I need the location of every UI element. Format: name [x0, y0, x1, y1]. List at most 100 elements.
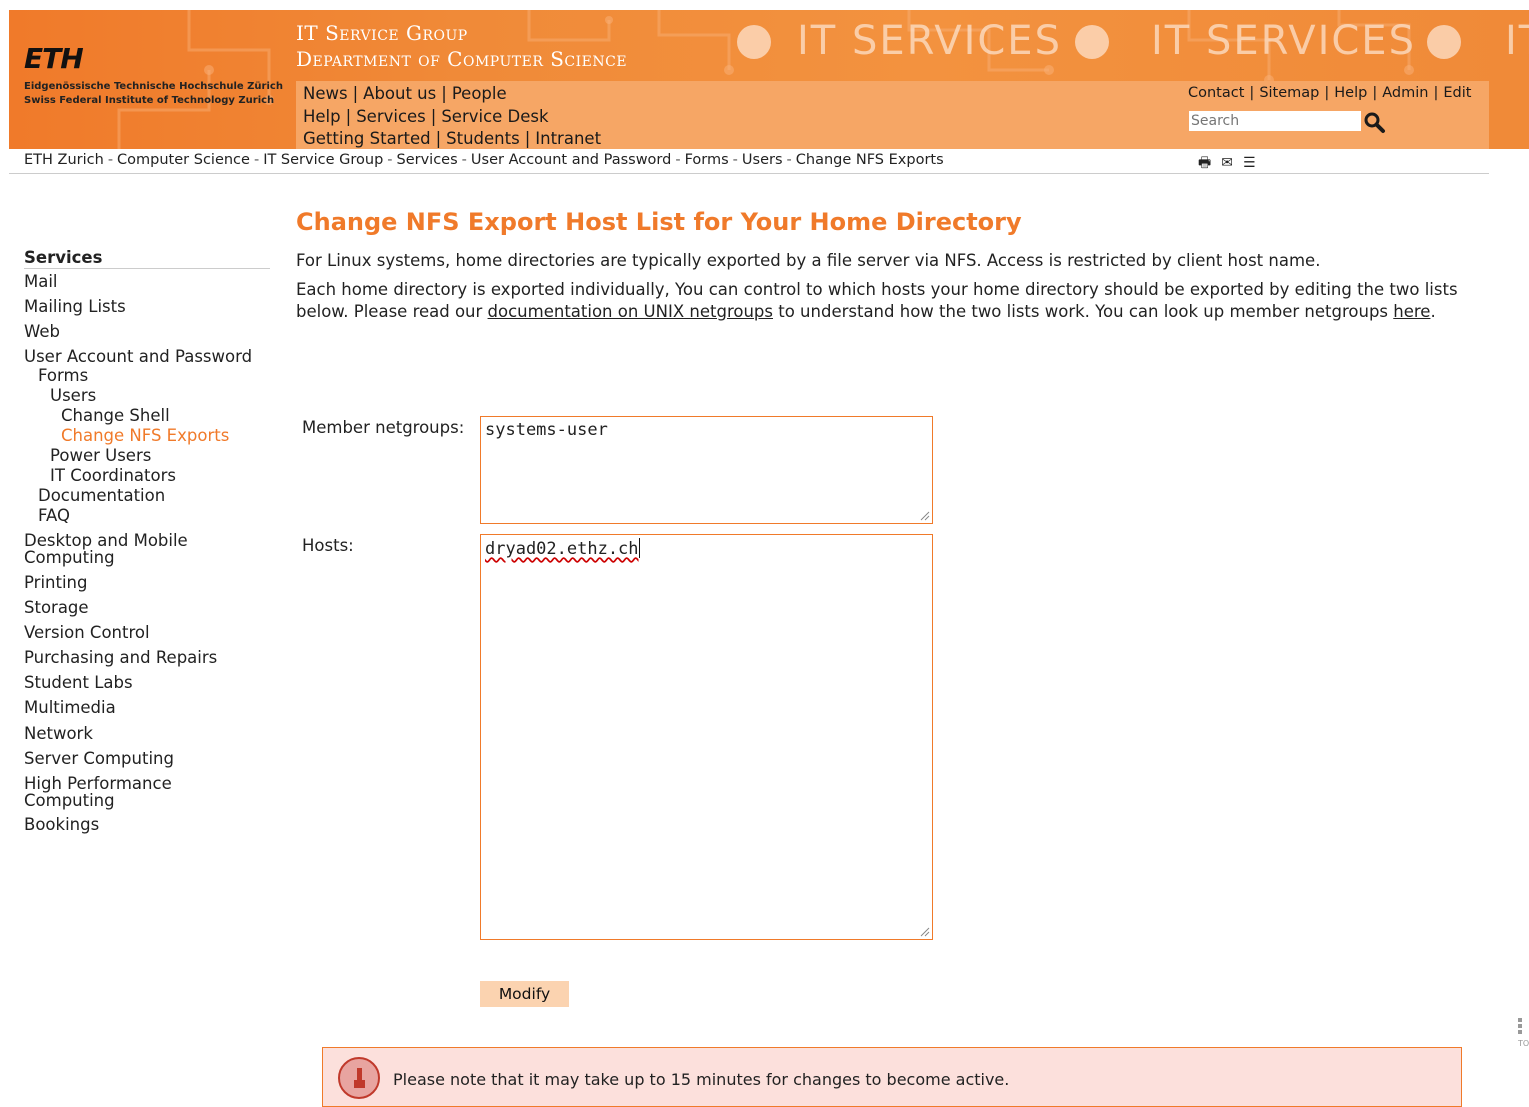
breadcrumb-separator: - [107, 152, 114, 168]
utility-nav: Contact | Sitemap | Help | Admin | Edit [1182, 81, 1489, 149]
util-link-sitemap[interactable]: Sitemap [1259, 85, 1319, 101]
sidebar-item-mail[interactable]: Mail [24, 273, 58, 290]
brand-dot-icon [737, 25, 771, 59]
sidebar-item-it-coordinators[interactable]: IT Coordinators [50, 467, 176, 484]
breadcrumb: ETH Zurich - Computer Science - IT Service G… [24, 152, 944, 168]
netgroups-lookup-link[interactable]: here [1393, 302, 1430, 321]
netgroups-doc-link[interactable]: documentation on UNIX netgroups [488, 302, 773, 321]
document-icon[interactable]: ☰ [1243, 155, 1266, 171]
breadcrumb-link[interactable]: IT Service Group [263, 152, 383, 168]
modify-button[interactable]: Modify [480, 981, 569, 1007]
sidebar-item-purchasing[interactable]: Purchasing and Repairs [24, 649, 217, 666]
sidebar-item-storage[interactable]: Storage [24, 599, 89, 616]
nav-separator: | [524, 129, 531, 148]
breadcrumb-current: Change NFS Exports [795, 152, 944, 168]
nav-link-people[interactable]: People [452, 84, 507, 103]
nav-link-services[interactable]: Services [356, 107, 426, 126]
text-caret [638, 538, 640, 558]
sidebar-item-change-shell[interactable]: Change Shell [61, 407, 170, 424]
sidebar-item-web[interactable]: Web [24, 323, 60, 340]
sidebar-item-bookings[interactable]: Bookings [24, 816, 99, 833]
sidebar-item-student-labs[interactable]: Student Labs [24, 674, 133, 691]
sidebar-item-server-computing[interactable]: Server Computing [24, 750, 174, 767]
scroll-top-label: TO [1518, 1039, 1529, 1048]
brand-text: IT SERVICES [1151, 18, 1416, 64]
header-divider [9, 173, 1489, 174]
member-netgroups-field[interactable]: systems-user [480, 416, 933, 524]
notice-text: Please note that it may take up to 15 mi… [393, 1070, 1010, 1089]
sidebar-item-power-users[interactable]: Power Users [50, 447, 151, 464]
nav-link-help[interactable]: Help [303, 107, 341, 126]
print-icon[interactable]: 🖶 [1198, 155, 1221, 171]
sidebar-item-version-control[interactable]: Version Control [24, 624, 150, 641]
util-separator: | [1372, 85, 1378, 101]
nav-link-students[interactable]: Students [446, 129, 520, 148]
breadcrumb-separator: - [675, 152, 681, 168]
resize-grip-icon[interactable] [920, 927, 930, 937]
breadcrumb-link[interactable]: ETH Zurich [24, 152, 104, 168]
brand-text: IT [1505, 18, 1529, 64]
sidebar-item-change-nfs-exports[interactable]: Change NFS Exports [61, 427, 229, 444]
breadcrumb-separator: - [253, 152, 260, 168]
breadcrumb-link[interactable]: User Account and Password [471, 152, 671, 168]
sidebar-item-hpc[interactable]: High Performance Computing [24, 775, 214, 809]
magnifier-icon [1364, 112, 1385, 133]
hosts-field[interactable]: dryad02.ethz.ch [480, 534, 933, 940]
scroll-top-marker[interactable]: TO [1518, 1018, 1529, 1048]
resize-grip-icon[interactable] [920, 511, 930, 521]
nav-link-news[interactable]: News [303, 84, 348, 103]
nav-separator: | [441, 84, 447, 103]
brand-dot-icon [1075, 25, 1109, 59]
sidebar: Services [24, 248, 270, 273]
util-separator: | [1324, 85, 1330, 101]
util-separator: | [1433, 85, 1439, 101]
nav-separator: | [430, 107, 437, 126]
sidebar-item-faq[interactable]: FAQ [38, 507, 70, 524]
breadcrumb-separator: - [461, 152, 467, 168]
breadcrumb-link[interactable]: Computer Science [117, 152, 250, 168]
sidebar-item-mailing-lists[interactable]: Mailing Lists [24, 298, 126, 315]
brand-dot-icon [1427, 25, 1461, 59]
sidebar-item-desktop-mobile[interactable]: Desktop and Mobile Computing [24, 532, 224, 566]
sidebar-item-multimedia[interactable]: Multimedia [24, 699, 116, 716]
sidebar-heading[interactable]: Services [24, 248, 270, 269]
util-link-contact[interactable]: Contact [1188, 85, 1244, 101]
sidebar-item-users[interactable]: Users [50, 387, 96, 404]
site-header: ETH Eidgenössische Technische Hochschule… [9, 10, 1529, 149]
nav-row-3: Getting Started | Students | Intranet [303, 129, 601, 148]
group-title-line1: IT Service Group [296, 21, 468, 45]
main-nav: News | About us | People Help | Services | Servi… [296, 81, 1182, 149]
page-title: Change NFS Export Host List for Your Hom… [296, 208, 1022, 236]
nav-link-service-desk[interactable]: Service Desk [441, 107, 548, 126]
breadcrumb-link[interactable]: Forms [685, 152, 729, 168]
nav-separator: | [345, 107, 352, 126]
mail-icon[interactable]: ✉ [1221, 155, 1243, 171]
util-link-edit[interactable]: Edit [1443, 85, 1471, 101]
breadcrumb-link[interactable]: Services [397, 152, 458, 168]
sidebar-item-forms[interactable]: Forms [38, 367, 88, 384]
sidebar-item-network[interactable]: Network [24, 725, 93, 742]
intro-paragraph: For Linux systems, home directories are … [296, 251, 1321, 270]
sidebar-item-documentation[interactable]: Documentation [38, 487, 165, 504]
nav-link-about-us[interactable]: About us [363, 84, 436, 103]
search-input[interactable] [1189, 111, 1361, 131]
eth-logo-subtitle: Eidgenössische Technische Hochschule Zür… [24, 81, 283, 106]
group-title[interactable]: IT Service Group Department of Computer … [296, 20, 627, 72]
sidebar-item-user-account[interactable]: User Account and Password [24, 348, 252, 365]
breadcrumb-separator: - [732, 152, 738, 168]
notice-box: Please note that it may take up to 15 mi… [322, 1047, 1462, 1107]
search-button[interactable] [1362, 110, 1386, 134]
util-separator: | [1249, 85, 1255, 101]
eth-logo[interactable]: ETH [24, 42, 84, 75]
utility-links: Contact | Sitemap | Help | Admin | Edit [1188, 85, 1471, 101]
nav-link-getting-started[interactable]: Getting Started [303, 129, 431, 148]
breadcrumb-link[interactable]: Users [742, 152, 783, 168]
breadcrumb-separator: - [387, 152, 393, 168]
instructions-text: . [1430, 301, 1436, 321]
group-title-line2: Department of Computer Science [296, 47, 628, 71]
util-link-admin[interactable]: Admin [1382, 85, 1428, 101]
util-link-help[interactable]: Help [1334, 85, 1367, 101]
sidebar-item-printing[interactable]: Printing [24, 574, 87, 591]
nav-link-intranet[interactable]: Intranet [535, 129, 601, 148]
nav-row-1: News | About us | People [303, 84, 507, 103]
